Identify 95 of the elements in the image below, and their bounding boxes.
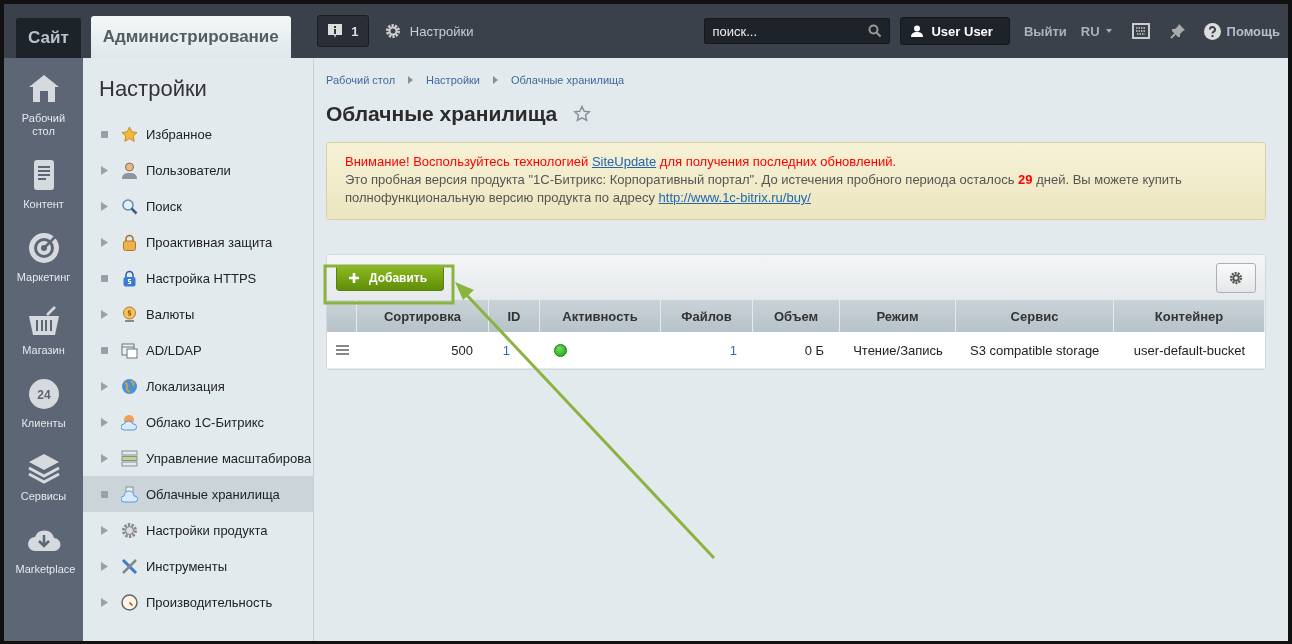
expand-arrow-icon[interactable]: [101, 561, 108, 571]
basket-icon[interactable]: [26, 304, 61, 338]
search-icon: [121, 197, 138, 215]
expand-arrow-icon[interactable]: [101, 381, 108, 391]
keyboard-icon[interactable]: [1131, 23, 1150, 39]
expand-arrow-icon[interactable]: [101, 453, 108, 463]
user-icon: [911, 25, 924, 37]
top-tab[interactable]: Администрирование: [90, 16, 291, 58]
main-menu-item[interactable]: Магазин: [15, 344, 72, 357]
expand-arrow-icon[interactable]: [101, 165, 108, 175]
caret-icon: [1105, 29, 1112, 33]
trial-message: Это пробная версия продукта "1С-Битрикс: Корпоративный портал". До истечения пробного периода осталось 29 дней. Вы можете купить полнофункциональную версию продукта по адресу http://www.1c-bitrix.ru/buy/: [345, 171, 1183, 207]
table-cell-text: 500: [450, 341, 474, 360]
warning-message: Внимание! Воспользуйтесь технологией SiteUpdate для получения последних обновлений.: [345, 153, 898, 171]
plus-icon: [349, 272, 359, 283]
padlock-icon: [121, 233, 138, 251]
chevron-icon: [408, 76, 414, 84]
settings-link[interactable]: Настройки: [409, 23, 474, 39]
gear-icon: [121, 521, 138, 539]
sidebar-item[interactable]: Пользователи: [83, 152, 313, 188]
cloud-icon: [121, 485, 138, 503]
sidebar-item[interactable]: Проактивная защита: [83, 224, 313, 260]
search-icon[interactable]: [868, 24, 883, 38]
column-header[interactable]: Сортировка: [357, 300, 489, 332]
breadcrumb-link[interactable]: Облачные хранилища: [511, 74, 625, 86]
gauge-icon: [121, 593, 138, 611]
expand-arrow-icon[interactable]: [101, 309, 108, 319]
column-header[interactable]: Объем: [753, 300, 840, 332]
column-header[interactable]: Файлов: [661, 300, 753, 332]
breadcrumb-link[interactable]: Рабочий стол: [326, 74, 396, 86]
sidebar-item[interactable]: Облако 1С-Битрикс: [83, 404, 313, 440]
logout-link[interactable]: Выйти: [1023, 23, 1067, 39]
sidebar-item[interactable]: Настройки продукта: [83, 512, 313, 548]
gear-icon[interactable]: [384, 23, 401, 39]
table-cell-text: 0 Б: [803, 341, 825, 360]
sidebar-item[interactable]: Валюты: [83, 296, 313, 332]
table-cell-text: S3 compatible storage: [969, 341, 1101, 360]
breadcrumb-link[interactable]: Настройки: [426, 74, 480, 86]
gear-icon: [1229, 270, 1243, 285]
page-title: Облачные хранилища: [326, 102, 558, 126]
server-rack-icon: [121, 449, 138, 467]
buy-link[interactable]: http://www.1c-bitrix.ru/buy/: [658, 190, 811, 205]
table-cell-text: Чтение/Запись: [852, 341, 944, 360]
files-link[interactable]: 1: [729, 342, 737, 358]
column-header[interactable]: Активность: [540, 300, 661, 332]
sidebar-item[interactable]: Производительность: [83, 584, 313, 620]
sidebar-title: Настройки: [99, 76, 208, 102]
siteupdate-link[interactable]: SiteUpdate: [591, 154, 657, 169]
globe-icon: [121, 377, 138, 395]
expand-arrow-icon[interactable]: [101, 237, 108, 247]
expand-arrow-icon[interactable]: [101, 417, 108, 427]
pin-icon[interactable]: [1169, 23, 1186, 39]
language-dropdown[interactable]: RU: [1080, 23, 1112, 39]
main-menu-item[interactable]: Контент: [15, 198, 72, 211]
sidebar-item[interactable]: Поиск: [83, 188, 313, 224]
cloud-icon[interactable]: 24: [26, 377, 61, 411]
star-icon: [121, 125, 138, 143]
notifications-button[interactable]: 1: [316, 15, 369, 47]
user-icon: [121, 161, 138, 179]
main-menu-item[interactable]: Маркетинг: [15, 271, 72, 284]
sidebar-item[interactable]: Избранное: [83, 116, 313, 152]
help-icon[interactable]: [1203, 22, 1221, 40]
user-button[interactable]: User User: [900, 17, 1010, 45]
target-icon[interactable]: [26, 231, 61, 265]
menu-icon[interactable]: [335, 345, 349, 355]
info-icon: [327, 23, 344, 39]
table-cell-text: user-default-bucket: [1132, 341, 1247, 360]
column-header[interactable]: Сервис: [956, 300, 1114, 332]
expand-arrow-icon[interactable]: [101, 597, 108, 607]
column-header[interactable]: ID: [489, 300, 540, 332]
sidebar-item[interactable]: Облачные хранилища: [83, 476, 313, 512]
chevron-icon: [493, 76, 498, 84]
main-menu-item[interactable]: Рабочий стол: [15, 112, 72, 138]
window-icon: [121, 341, 138, 359]
main-menu-item[interactable]: Сервисы: [15, 490, 72, 503]
help-link[interactable]: Помощь: [1226, 23, 1280, 39]
star-icon[interactable]: [573, 105, 592, 123]
cloud-icon: [121, 413, 138, 431]
tools-icon: [121, 557, 138, 575]
main-menu-item[interactable]: Клиенты: [15, 417, 72, 430]
id-link[interactable]: 1: [502, 342, 510, 358]
sidebar-item[interactable]: AD/LDAP: [83, 332, 313, 368]
padlock-icon: [121, 269, 138, 287]
search-field[interactable]: поиск...: [704, 18, 891, 44]
sidebar-item[interactable]: Инструменты: [83, 548, 313, 584]
top-tab[interactable]: Сайт: [16, 18, 81, 58]
settings-button[interactable]: [1216, 262, 1256, 293]
coin-icon: [121, 305, 138, 323]
sidebar-item[interactable]: Настройка HTTPS: [83, 260, 313, 296]
expand-arrow-icon[interactable]: [101, 525, 108, 535]
expand-arrow-icon[interactable]: [101, 201, 108, 211]
column-header[interactable]: Контейнер: [1114, 300, 1265, 332]
sidebar-item[interactable]: Локализация: [83, 368, 313, 404]
column-header[interactable]: Режим: [840, 300, 956, 332]
sidebar-item[interactable]: Управление масштабирова: [83, 440, 313, 476]
